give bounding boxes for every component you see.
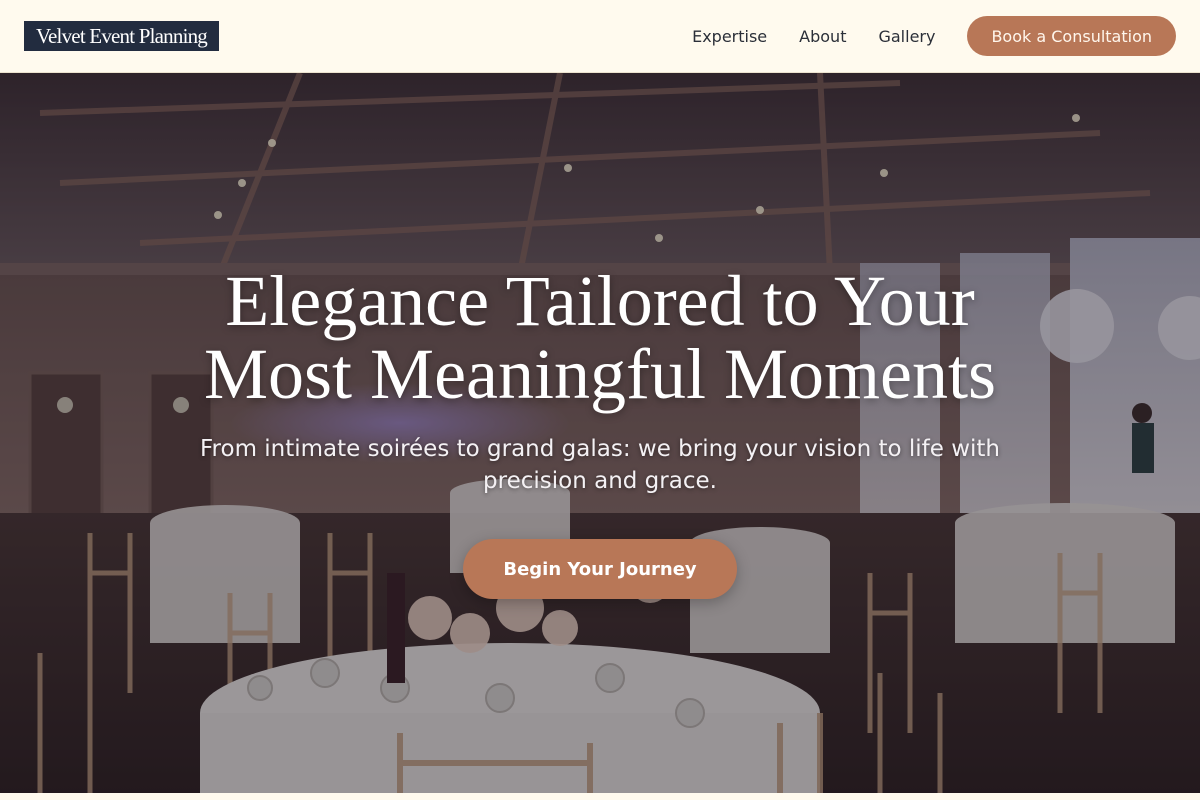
- nav-link-about[interactable]: About: [799, 27, 846, 46]
- nav-link-gallery[interactable]: Gallery: [878, 27, 935, 46]
- hero-section: Elegance Tailored to Your Most Meaningful…: [0, 73, 1200, 793]
- main-nav: Expertise About Gallery Book a Consultat…: [692, 16, 1176, 56]
- begin-journey-button[interactable]: Begin Your Journey: [463, 539, 737, 599]
- brand-logo[interactable]: Velvet Event Planning: [24, 21, 220, 51]
- book-consultation-button[interactable]: Book a Consultation: [967, 16, 1176, 56]
- nav-link-expertise[interactable]: Expertise: [692, 27, 767, 46]
- page-bottom-strip: [0, 793, 1200, 800]
- hero-title: Elegance Tailored to Your Most Meaningful…: [160, 265, 1040, 411]
- hero-title-line-1: Elegance Tailored to Your: [225, 261, 975, 341]
- hero-subtitle: From intimate soirées to grand galas: we…: [199, 436, 1000, 494]
- hero-title-line-2: Most Meaningful Moments: [204, 334, 996, 414]
- hero-content: Elegance Tailored to Your Most Meaningful…: [0, 73, 1200, 793]
- site-header: Velvet Event Planning Expertise About Ga…: [0, 0, 1200, 73]
